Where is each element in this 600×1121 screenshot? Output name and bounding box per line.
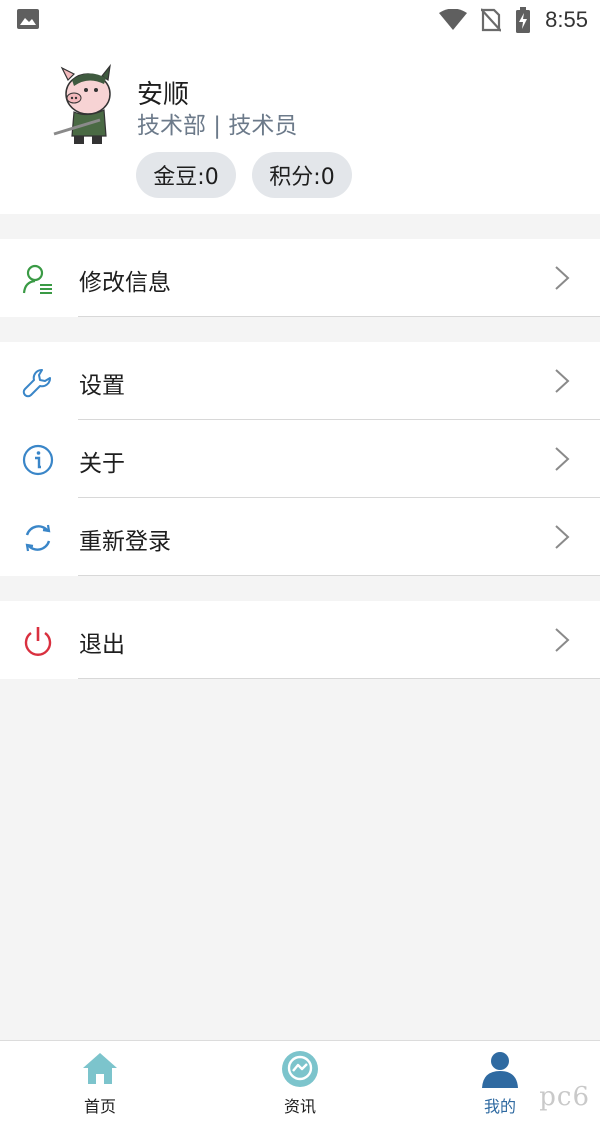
points-badge[interactable]: 积分:0 <box>252 152 352 198</box>
menu-item-relogin[interactable]: 重新登录 <box>0 498 600 576</box>
menu-label-about: 关于 <box>79 451 125 477</box>
no-sim-icon <box>481 8 502 32</box>
home-icon <box>83 1053 117 1084</box>
power-icon <box>24 627 52 656</box>
nav-news[interactable]: 资讯 <box>240 1041 360 1121</box>
menu-item-about[interactable]: 关于 <box>0 420 600 498</box>
menu-group-app: 设置 关于 重新登录 <box>0 342 600 576</box>
avatar[interactable] <box>48 58 122 148</box>
menu-group-logout: 退出 <box>0 601 600 679</box>
info-icon <box>22 444 54 476</box>
menu-item-settings[interactable]: 设置 <box>0 342 600 420</box>
menu-item-edit-info[interactable]: 修改信息 <box>0 239 600 317</box>
divider <box>78 678 600 679</box>
chevron-right-icon <box>555 447 570 471</box>
chevron-right-icon <box>555 266 570 290</box>
chevron-right-icon <box>555 628 570 652</box>
bottom-navigation: 首页 资讯 我的 <box>0 1040 600 1121</box>
menu-label-settings: 设置 <box>79 373 125 399</box>
image-notification-icon <box>17 9 39 29</box>
user-edit-icon <box>22 264 52 294</box>
user-icon <box>482 1052 518 1088</box>
chevron-right-icon <box>555 525 570 549</box>
wrench-icon <box>22 369 51 398</box>
nav-home[interactable]: 首页 <box>40 1041 160 1121</box>
chevron-right-icon <box>555 369 570 393</box>
clock: 8:55 <box>545 7 588 32</box>
watermark-logo: pc6 <box>539 1082 590 1112</box>
nav-news-label: 资讯 <box>283 1097 316 1116</box>
divider <box>78 575 600 576</box>
user-department: 技术部 | 技术员 <box>137 113 298 139</box>
refresh-icon <box>25 524 51 552</box>
nav-home-label: 首页 <box>83 1097 116 1116</box>
profile-header: 安顺 技术部 | 技术员 金豆:0 积分:0 <box>0 40 600 214</box>
menu-label-edit-info: 修改信息 <box>79 270 171 296</box>
wifi-icon <box>439 9 468 30</box>
menu-item-logout[interactable]: 退出 <box>0 601 600 679</box>
messenger-icon <box>282 1051 318 1087</box>
battery-charging-icon <box>516 7 531 33</box>
menu-label-relogin: 重新登录 <box>79 529 171 555</box>
menu-group-profile: 修改信息 <box>0 239 600 317</box>
status-bar: 8:55 <box>0 0 600 40</box>
gold-beans-badge[interactable]: 金豆:0 <box>136 152 236 198</box>
menu-label-logout: 退出 <box>79 632 125 658</box>
divider <box>78 316 600 317</box>
